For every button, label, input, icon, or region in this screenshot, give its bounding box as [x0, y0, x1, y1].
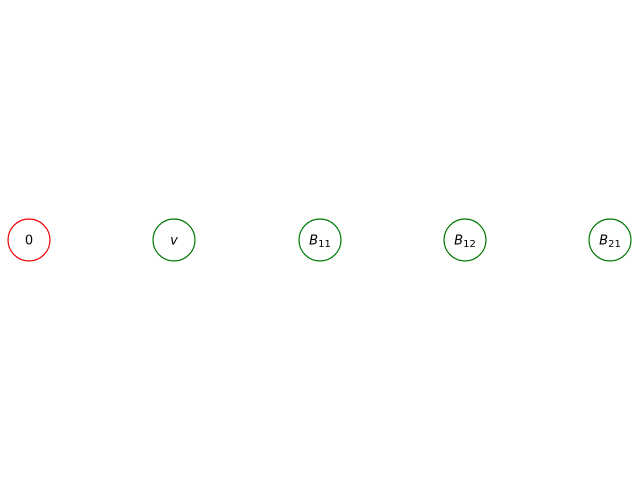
- node-b11-subscript: 11: [318, 239, 331, 250]
- node-diagram: 0 v B11 B12 B21: [7, 218, 632, 262]
- node-b11-label: B11: [309, 234, 331, 251]
- node-b21: B21: [588, 218, 632, 262]
- node-0: 0: [7, 218, 51, 262]
- node-b21-label: B21: [599, 234, 621, 251]
- node-b12-symbol: B: [454, 234, 463, 249]
- node-b12-label: B12: [454, 234, 476, 251]
- node-b21-symbol: B: [599, 234, 608, 249]
- node-b11-symbol: B: [309, 234, 318, 249]
- node-0-symbol: 0: [25, 234, 33, 249]
- node-v: v: [152, 218, 196, 262]
- node-b11: B11: [298, 218, 342, 262]
- node-v-symbol: v: [170, 234, 178, 249]
- node-b12: B12: [443, 218, 487, 262]
- node-b12-subscript: 12: [463, 239, 476, 250]
- node-b21-subscript: 21: [608, 239, 621, 250]
- node-0-label: 0: [25, 234, 33, 249]
- node-v-label: v: [170, 234, 178, 249]
